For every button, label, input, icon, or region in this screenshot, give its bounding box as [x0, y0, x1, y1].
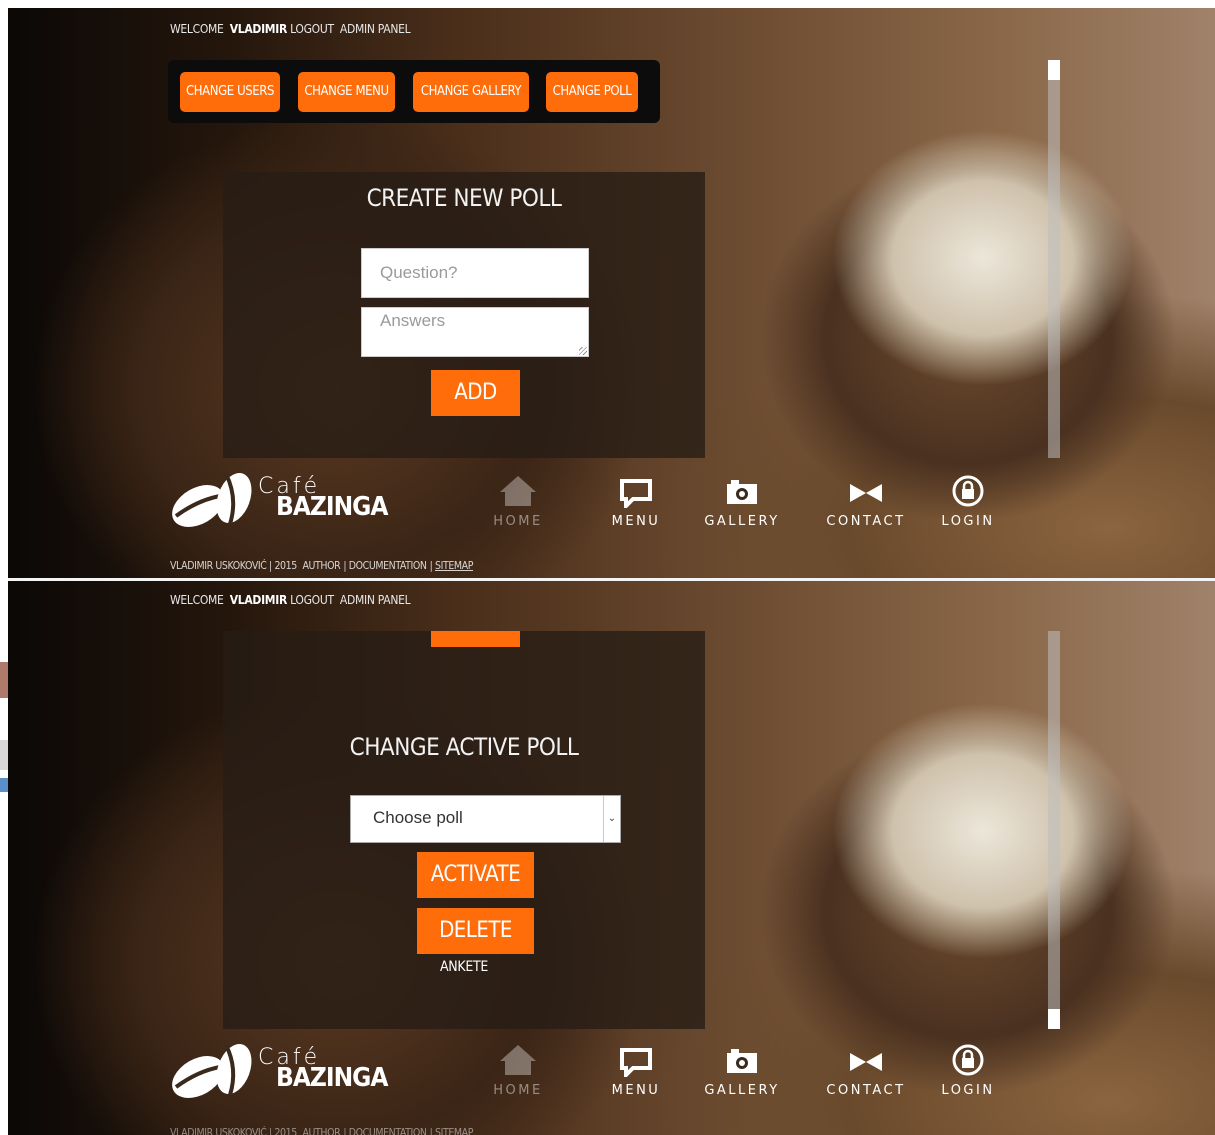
change-gallery-button[interactable]: CHANGE GALLERY: [413, 72, 529, 112]
poll-select[interactable]: Choose poll ⌄: [350, 795, 621, 843]
footer-sitemap-link[interactable]: SITEMAP: [435, 560, 473, 572]
question-input[interactable]: [361, 248, 589, 298]
footer-author-year: VLADIMIR USKOKOVIĆ | 2015: [170, 1127, 297, 1135]
nav-contact-label: CONTACT: [826, 514, 906, 529]
welcome-text: WELCOME: [170, 593, 224, 607]
create-poll-title: CREATE NEW POLL: [366, 184, 562, 212]
delete-button[interactable]: DELETE: [417, 908, 534, 954]
welcome-bar: WELCOME VLADIMIR LOGOUT ADMIN PANEL: [170, 22, 413, 36]
speech-bubble-icon: [620, 1048, 652, 1077]
change-active-poll-title: CHANGE ACTIVE POLL: [349, 733, 579, 761]
poll-select-value: Choose poll: [373, 808, 463, 827]
welcome-text: WELCOME: [170, 22, 224, 36]
nav-menu-label: MENU: [611, 514, 661, 529]
screenshot-top: WELCOME VLADIMIR LOGOUT ADMIN PANEL CHAN…: [8, 8, 1215, 578]
footer-author-year: VLADIMIR USKOKOVIĆ | 2015: [170, 560, 297, 572]
side-artifact: [0, 740, 8, 770]
nav-contact-label: CONTACT: [826, 1083, 906, 1098]
nav-menu-label: MENU: [611, 1083, 661, 1098]
nav-home[interactable]: HOME: [470, 474, 566, 529]
nav-login-label: LOGIN: [941, 1083, 995, 1098]
nav-home[interactable]: HOME: [470, 1043, 566, 1098]
footer-author-link[interactable]: AUTHOR: [302, 1127, 340, 1135]
scrollbar-track[interactable]: [1048, 60, 1060, 458]
side-artifact: [0, 662, 8, 698]
answers-textarea[interactable]: [361, 307, 589, 357]
bowtie-icon: [850, 1053, 882, 1071]
username: VLADIMIR: [229, 593, 288, 607]
footer-sitemap-link[interactable]: SITEMAP: [435, 1127, 473, 1135]
change-menu-button[interactable]: CHANGE MENU: [298, 72, 395, 112]
bowtie-icon: [850, 484, 882, 502]
home-icon: [500, 1045, 536, 1075]
nav-contact[interactable]: CONTACT: [818, 1047, 914, 1098]
cafe-bazinga-logo[interactable]: Café BAZINGA: [168, 1039, 428, 1103]
coffee-beans-icon: [172, 472, 252, 527]
nav-menu[interactable]: MENU: [588, 1047, 684, 1098]
footer-documentation-link[interactable]: DOCUMENTATION: [349, 560, 427, 572]
admin-panel-link[interactable]: ADMIN PANEL: [340, 22, 411, 36]
footer-links: VLADIMIR USKOKOVIĆ | 2015 AUTHOR | DOCUME…: [170, 1127, 476, 1135]
camera-icon: [727, 480, 757, 504]
change-users-button[interactable]: CHANGE USERS: [180, 72, 280, 112]
screenshot-bottom: WELCOME VLADIMIR LOGOUT ADMIN PANEL ADD …: [8, 581, 1215, 1135]
nav-login[interactable]: LOGIN: [920, 1043, 1016, 1098]
nav-home-label: HOME: [493, 1083, 543, 1098]
nav-contact[interactable]: CONTACT: [818, 478, 914, 529]
create-poll-panel: CREATE NEW POLL ADD: [223, 172, 705, 458]
logout-link[interactable]: LOGOUT: [290, 593, 334, 607]
footer-author-link[interactable]: AUTHOR: [302, 560, 340, 572]
chevron-down-icon[interactable]: ⌄: [603, 796, 620, 842]
resize-grip-icon[interactable]: [579, 347, 587, 355]
admin-toolbar: CHANGE USERS CHANGE MENU CHANGE GALLERY …: [168, 60, 660, 123]
lock-icon: [952, 1044, 984, 1076]
logo-bazinga-text: BAZINGA: [276, 1063, 388, 1093]
nav-gallery-label: GALLERY: [704, 1083, 780, 1098]
scrollbar-track[interactable]: [1048, 631, 1060, 1029]
side-artifact: [0, 778, 8, 792]
footer-documentation-link[interactable]: DOCUMENTATION: [349, 1127, 427, 1135]
nav-login[interactable]: LOGIN: [920, 474, 1016, 529]
lock-icon: [952, 475, 984, 507]
scrollbar-thumb[interactable]: [1048, 1009, 1060, 1029]
add-poll-button[interactable]: ADD: [431, 370, 520, 416]
admin-panel-link[interactable]: ADMIN PANEL: [340, 593, 411, 607]
username: VLADIMIR: [229, 22, 288, 36]
nav-menu[interactable]: MENU: [588, 478, 684, 529]
add-poll-button-partial[interactable]: ADD: [431, 631, 520, 647]
polls-caption: ANKETE: [439, 959, 489, 975]
speech-bubble-icon: [620, 479, 652, 508]
nav-gallery[interactable]: GALLERY: [694, 1047, 790, 1098]
nav-gallery-label: GALLERY: [704, 514, 780, 529]
logout-link[interactable]: LOGOUT: [290, 22, 334, 36]
nav-login-label: LOGIN: [941, 514, 995, 529]
logo-bazinga-text: BAZINGA: [276, 492, 388, 522]
nav-home-label: HOME: [493, 514, 543, 529]
welcome-bar: WELCOME VLADIMIR LOGOUT ADMIN PANEL: [170, 593, 413, 607]
home-icon: [500, 476, 536, 506]
active-poll-panel: ADD CHANGE ACTIVE POLL Choose poll ⌄ ACT…: [223, 631, 705, 1029]
camera-icon: [727, 1049, 757, 1073]
change-poll-button[interactable]: CHANGE POLL: [546, 72, 638, 112]
nav-gallery[interactable]: GALLERY: [694, 478, 790, 529]
scrollbar-thumb[interactable]: [1048, 60, 1060, 80]
cafe-bazinga-logo[interactable]: Café BAZINGA: [168, 468, 428, 532]
activate-button[interactable]: ACTIVATE: [417, 852, 534, 898]
coffee-beans-icon: [172, 1043, 252, 1098]
footer-links: VLADIMIR USKOKOVIĆ | 2015 AUTHOR | DOCUME…: [170, 560, 474, 572]
